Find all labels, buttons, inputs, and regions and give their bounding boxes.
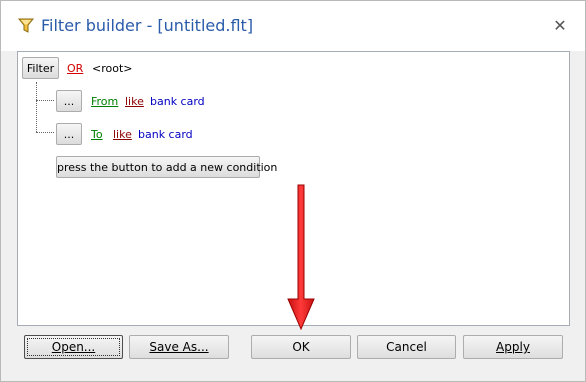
group-operator-link[interactable]: OR — [67, 62, 83, 75]
condition-value-link[interactable]: bank card — [138, 128, 193, 141]
tree-connector — [36, 132, 54, 133]
tree-connector — [36, 100, 54, 101]
red-arrow-annotation-icon — [287, 184, 315, 331]
window-title: Filter builder - [untitled.flt] — [41, 16, 254, 35]
condition-menu-button[interactable]: ... — [56, 123, 82, 145]
save-as-button[interactable]: Save As... — [129, 335, 229, 359]
save-as-button-label: Save As... — [149, 340, 209, 354]
cancel-button[interactable]: Cancel — [357, 335, 456, 359]
add-condition-button[interactable]: press the button to add a new condition — [56, 156, 277, 178]
ok-button-label: OK — [292, 340, 310, 354]
filter-builder-window: Filter builder - [untitled.flt] ✕ Filter… — [0, 0, 586, 382]
condition-value-link[interactable]: bank card — [150, 95, 205, 108]
ok-button[interactable]: OK — [251, 335, 351, 359]
cancel-button-label: Cancel — [386, 340, 427, 354]
title-bar: Filter builder - [untitled.flt] ✕ — [1, 1, 585, 51]
tree-connector — [36, 82, 37, 132]
close-button[interactable]: ✕ — [549, 15, 571, 37]
condition-field-link[interactable]: From — [91, 95, 118, 108]
condition-field-link[interactable]: To — [91, 128, 103, 141]
condition-operator-link[interactable]: like — [125, 95, 144, 108]
focus-rectangle — [27, 338, 120, 356]
condition-operator-link[interactable]: like — [113, 128, 132, 141]
condition-menu-button[interactable]: ... — [56, 90, 82, 112]
root-label: <root> — [92, 62, 133, 75]
open-button[interactable]: Open... — [24, 335, 123, 359]
filter-root-button[interactable]: Filter — [22, 57, 59, 79]
filter-funnel-icon — [17, 18, 35, 33]
apply-button-label: Apply — [496, 340, 530, 354]
apply-button[interactable]: Apply — [463, 335, 563, 359]
